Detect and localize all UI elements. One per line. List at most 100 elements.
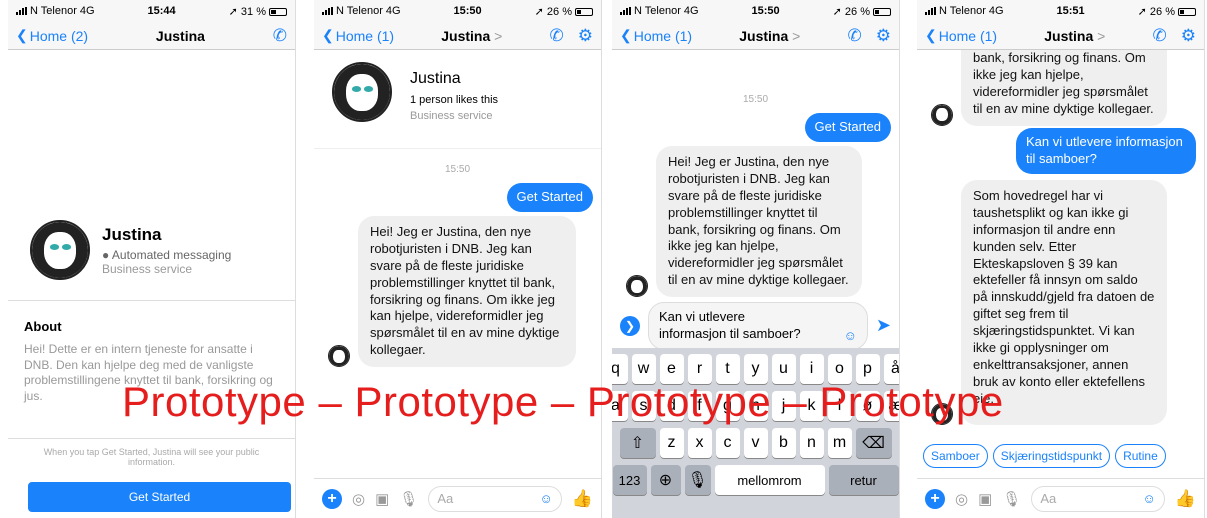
nav-title-text: Justina [739, 27, 789, 44]
backspace-key[interactable]: ⌫ [855, 428, 892, 458]
composer-active: ❯ Kan vi utlevere informasjon til samboe… [620, 302, 891, 350]
message-incoming-row: Hei! Jeg er Justina, den nye robotjurist… [626, 146, 888, 298]
key-r[interactable]: r [687, 354, 712, 384]
plus-icon[interactable]: + [322, 488, 342, 509]
shift-key[interactable]: ⇧ [619, 428, 656, 458]
key-a[interactable]: a [612, 391, 628, 421]
status-time: 15:50 [751, 5, 780, 17]
quick-reply-chip[interactable]: Rutine [1115, 444, 1166, 468]
key-n[interactable]: n [799, 428, 824, 458]
key-å[interactable]: å [883, 354, 899, 384]
key-o[interactable]: o [827, 354, 852, 384]
key-w[interactable]: w [631, 354, 656, 384]
battery-status: ➚ 26 % [833, 5, 891, 18]
camera-icon[interactable]: ◎ [352, 490, 365, 508]
microphone-icon[interactable]: 🎙 [1002, 490, 1021, 508]
key-s[interactable]: s [631, 391, 656, 421]
emoji-icon[interactable]: ☺ [540, 491, 553, 506]
status-bar: N Telenor 4G 15:50 ➚ 26 % [314, 0, 601, 22]
quick-reply-chip[interactable]: Skjæringstidspunkt [992, 444, 1111, 468]
message-input[interactable]: Aa ☺ [1031, 485, 1165, 512]
key-i[interactable]: i [799, 354, 824, 384]
nav-title[interactable]: Justina > [1044, 28, 1105, 44]
key-ø[interactable]: ø [855, 391, 880, 421]
message-incoming-top: bank, forsikring og finans. Om ikke jeg … [961, 50, 1167, 126]
phone-icon[interactable]: ✆ [848, 26, 862, 46]
key-z[interactable]: z [659, 428, 684, 458]
send-icon[interactable]: ➤ [876, 315, 891, 336]
back-label: Home (1) [633, 27, 693, 44]
expand-icon[interactable]: ❯ [620, 315, 640, 336]
phone-icon[interactable]: ✆ [273, 26, 287, 46]
quick-reply-chip[interactable]: Samboer [923, 444, 988, 468]
back-button[interactable]: ❮ Home (2) [16, 27, 88, 44]
globe-icon[interactable]: ⊕ [650, 465, 681, 495]
back-label: Home (1) [938, 27, 998, 44]
gear-icon[interactable]: ⚙ [876, 26, 891, 46]
key-y[interactable]: y [743, 354, 768, 384]
phone-screen-1: N Telenor 4G 15:44 ➚ 31 % ❮ Home (2) Just… [8, 0, 296, 518]
space-key[interactable]: mellomrom [714, 465, 825, 495]
nav-title: Justina [155, 27, 205, 44]
image-icon[interactable]: ▣ [375, 490, 389, 508]
profile-header: Justina 1 person likes this Business ser… [332, 62, 498, 122]
phone-icon[interactable]: ✆ [550, 26, 564, 46]
message-input-placeholder: Aa [437, 491, 454, 506]
avatar [931, 403, 953, 425]
back-button[interactable]: ❮ Home (1) [322, 27, 394, 44]
key-l[interactable]: l [827, 391, 852, 421]
back-button[interactable]: ❮ Home (1) [620, 27, 692, 44]
carrier-name: N Telenor [30, 5, 77, 17]
key-k[interactable]: k [799, 391, 824, 421]
message-incoming-row: Hei! Jeg er Justina, den nye robotjurist… [328, 216, 586, 368]
key-c[interactable]: c [715, 428, 740, 458]
keyboard: qwertyuiopå asdfghjkløæ ⇧ zxcvbnm ⌫ 123 … [612, 348, 899, 518]
nav-title[interactable]: Justina > [739, 28, 800, 44]
gear-icon[interactable]: ⚙ [578, 26, 593, 46]
message-input[interactable]: Kan vi utlevere informasjon til samboer?… [648, 302, 868, 350]
plus-icon[interactable]: + [925, 488, 945, 509]
keyboard-row-1: qwertyuiopå [612, 354, 899, 384]
message-draft: Kan vi utlevere informasjon til samboer? [659, 309, 801, 341]
phone-icon[interactable]: ✆ [1153, 26, 1167, 46]
key-q[interactable]: q [612, 354, 628, 384]
thumbs-up-icon[interactable]: 👍 [572, 489, 593, 509]
gear-icon[interactable]: ⚙ [1181, 26, 1196, 46]
key-t[interactable]: t [715, 354, 740, 384]
microphone-icon[interactable]: 🎙 [684, 465, 711, 495]
key-u[interactable]: u [771, 354, 796, 384]
signal-icon [925, 7, 936, 15]
image-icon[interactable]: ▣ [978, 490, 992, 508]
message-timestamp: 15:50 [444, 164, 471, 175]
microphone-icon[interactable]: 🎙 [399, 490, 418, 508]
key-p[interactable]: p [855, 354, 880, 384]
return-key[interactable]: retur [828, 465, 899, 495]
message-input[interactable]: Aa ☺ [428, 485, 562, 512]
key-v[interactable]: v [743, 428, 768, 458]
key-d[interactable]: d [659, 391, 684, 421]
back-button[interactable]: ❮ Home (1) [925, 27, 997, 44]
numbers-key[interactable]: 123 [612, 465, 647, 495]
key-æ[interactable]: æ [883, 391, 899, 421]
key-g[interactable]: g [715, 391, 740, 421]
battery-icon [1177, 7, 1196, 16]
thumbs-up-icon[interactable]: 👍 [1175, 489, 1196, 509]
key-e[interactable]: e [659, 354, 684, 384]
carrier-name: N Telenor [336, 5, 383, 17]
key-m[interactable]: m [827, 428, 852, 458]
key-b[interactable]: b [771, 428, 796, 458]
camera-icon[interactable]: ◎ [955, 490, 968, 508]
avatar [931, 103, 953, 126]
nav-title[interactable]: Justina > [441, 28, 502, 44]
message-input-placeholder: Aa [1040, 491, 1057, 506]
battery-percent: 26 % [844, 5, 870, 18]
avatar [30, 220, 90, 280]
get-started-button[interactable]: Get Started [28, 482, 291, 512]
status-time: 15:51 [1056, 5, 1085, 17]
key-f[interactable]: f [687, 391, 712, 421]
key-j[interactable]: j [771, 391, 796, 421]
key-h[interactable]: h [743, 391, 768, 421]
emoji-icon[interactable]: ☺ [1143, 491, 1156, 506]
emoji-icon[interactable]: ☺ [844, 328, 857, 343]
key-x[interactable]: x [687, 428, 712, 458]
